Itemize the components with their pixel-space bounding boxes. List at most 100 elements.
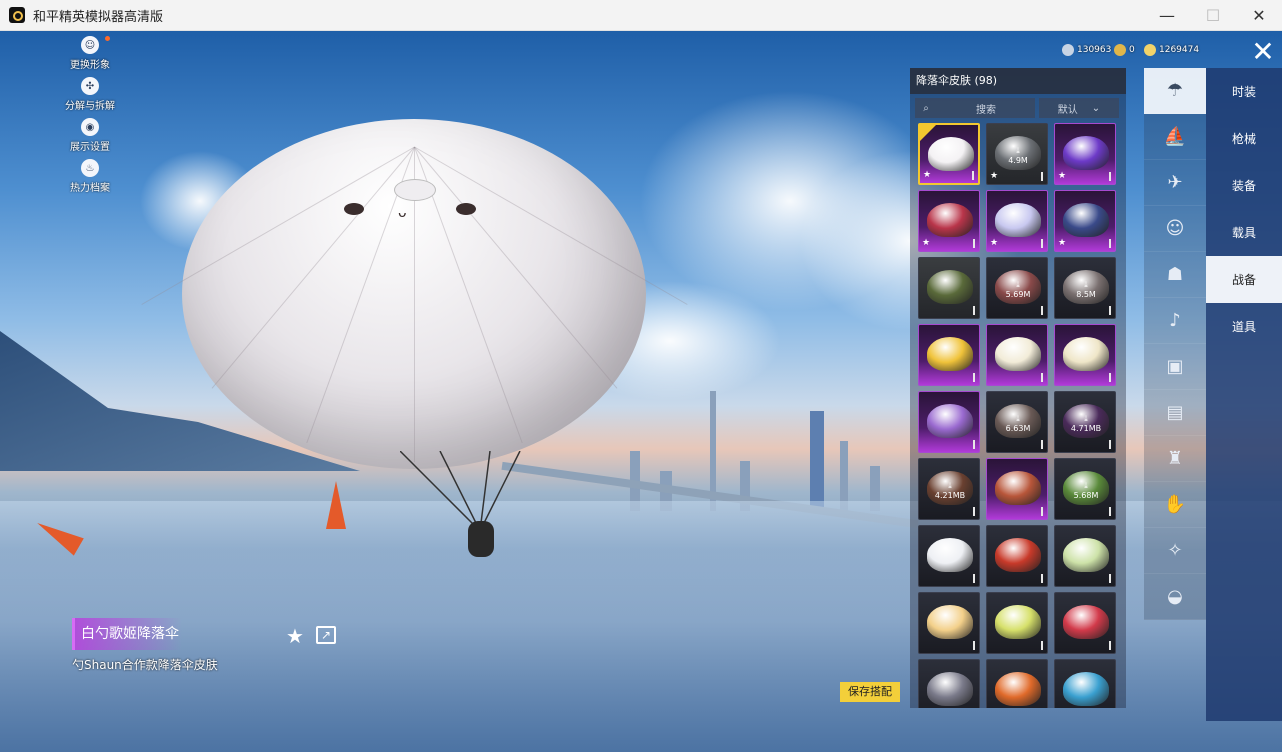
favorite-button[interactable]: ★ <box>286 624 304 648</box>
skin-tile[interactable]: ⤓ 8.5M <box>1054 257 1116 319</box>
level-bar <box>972 171 974 180</box>
extinguisher-icon: ♜ <box>1166 448 1184 469</box>
level-bar <box>1109 440 1111 449</box>
skin-tile[interactable] <box>986 458 1048 520</box>
download-size-label: 8.5M <box>1076 290 1096 299</box>
level-bar <box>1109 172 1111 181</box>
parachute-thumbnail <box>927 672 973 706</box>
category-button[interactable]: ☺ <box>1144 206 1206 252</box>
badge-icon: ▣ <box>1166 356 1184 377</box>
wand-icon: ✧ <box>1167 540 1183 561</box>
category-button[interactable]: ◒ <box>1144 574 1206 620</box>
skin-tile[interactable] <box>1054 525 1116 587</box>
category-button[interactable]: ☂ <box>1144 68 1206 114</box>
currency-item: 0 <box>1114 44 1135 56</box>
skin-tile[interactable]: ⤓ 4.71MB <box>1054 391 1116 453</box>
window-close-button[interactable]: ✕ <box>1236 0 1282 31</box>
level-bar <box>1041 440 1043 449</box>
tab-item[interactable]: 时装 <box>1206 68 1282 115</box>
skin-tile[interactable]: ★ <box>918 123 980 185</box>
skin-tile[interactable]: ★ <box>1054 123 1116 185</box>
skin-tile[interactable]: ★ <box>918 190 980 252</box>
tab-label: 枪械 <box>1231 132 1256 146</box>
skin-tile[interactable] <box>1054 592 1116 654</box>
skin-tile[interactable] <box>918 659 980 708</box>
skin-tile[interactable]: ⤓ 5.69M <box>986 257 1048 319</box>
tab-item[interactable]: 战备 <box>1206 256 1282 303</box>
parachute-thumbnail <box>928 137 974 171</box>
search-input[interactable]: ⌕ 搜索 <box>915 98 1035 118</box>
skin-tile[interactable] <box>986 659 1048 708</box>
parachute-thumbnail <box>1063 672 1109 706</box>
currency-value: 0 <box>1129 45 1135 55</box>
level-bar <box>973 574 975 583</box>
left-menu-item[interactable]: ☺ 更换形象 <box>60 36 120 71</box>
left-menu-label: 热力档案 <box>70 183 110 194</box>
category-button[interactable]: ♜ <box>1144 436 1206 482</box>
skin-tile[interactable]: ⤓ 5.68M <box>1054 458 1116 520</box>
tab-item[interactable]: 枪械 <box>1206 115 1282 162</box>
skin-tile[interactable]: ★ <box>1054 190 1116 252</box>
skin-tile[interactable] <box>918 324 980 386</box>
close-screen-button[interactable]: ✕ <box>1248 37 1278 67</box>
star-icon: ★ <box>286 624 304 648</box>
category-button[interactable]: ♪ <box>1144 298 1206 344</box>
share-button[interactable]: ↗ <box>316 626 336 644</box>
skin-tile[interactable] <box>918 592 980 654</box>
skin-tile[interactable]: ⤓ 4.21MB <box>918 458 980 520</box>
category-button[interactable]: ▤ <box>1144 390 1206 436</box>
sort-dropdown[interactable]: 默认 ⌄ <box>1039 98 1119 118</box>
level-bar <box>973 641 975 650</box>
category-button[interactable]: ✈ <box>1144 160 1206 206</box>
minimize-button[interactable]: — <box>1144 0 1190 31</box>
category-button[interactable]: ▣ <box>1144 344 1206 390</box>
skin-tile[interactable]: ⤓ 4.9M ★ <box>986 123 1048 185</box>
skin-tile[interactable] <box>1054 324 1116 386</box>
skin-tile[interactable]: ★ <box>986 190 1048 252</box>
download-size: ⤓ 4.71MB <box>1055 414 1115 434</box>
notification-dot <box>105 36 110 41</box>
tab-item[interactable]: 载具 <box>1206 209 1282 256</box>
parachute-thumbnail <box>995 337 1041 371</box>
currency-item: 1269474 <box>1144 44 1199 56</box>
close-icon: ✕ <box>1252 6 1266 25</box>
parachute-preview[interactable]: ᴗ <box>141 119 688 469</box>
skin-tile[interactable] <box>986 324 1048 386</box>
category-button[interactable]: ☗ <box>1144 252 1206 298</box>
skin-tile[interactable] <box>1054 659 1116 708</box>
left-menu-item[interactable]: ✣ 分解与拆解 <box>60 77 120 112</box>
skin-tile[interactable]: ⤓ 6.63M <box>986 391 1048 453</box>
category-button[interactable]: ✋ <box>1144 482 1206 528</box>
tab-label: 装备 <box>1231 179 1256 193</box>
level-bar <box>1041 373 1043 382</box>
level-bar <box>1109 239 1111 248</box>
skin-tile[interactable] <box>918 257 980 319</box>
skin-tile[interactable] <box>986 592 1048 654</box>
save-outfit-button[interactable]: 保存搭配 <box>840 682 900 702</box>
download-size: ⤓ 8.5M <box>1055 280 1115 300</box>
download-icon: ⤓ <box>948 481 952 490</box>
star-icon: ★ <box>990 238 999 248</box>
character-eye <box>344 203 364 215</box>
category-button[interactable]: ⛵ <box>1144 114 1206 160</box>
parachute-icon: ☂ <box>1166 80 1184 101</box>
left-menu-item[interactable]: ♨ 热力档案 <box>60 159 120 194</box>
download-size: ⤓ 5.68M <box>1055 481 1115 501</box>
star-icon: ★ <box>990 171 999 181</box>
level-bar <box>973 440 975 449</box>
character-nose <box>394 179 436 201</box>
skin-tile[interactable] <box>918 391 980 453</box>
category-button[interactable]: ✧ <box>1144 528 1206 574</box>
level-bar <box>1041 306 1043 315</box>
maximize-button[interactable]: ☐ <box>1190 0 1236 31</box>
skin-tile[interactable] <box>986 525 1048 587</box>
parachute-thumbnail <box>1063 136 1109 170</box>
tab-item[interactable]: 装备 <box>1206 162 1282 209</box>
download-size-label: 4.9M <box>1008 156 1028 165</box>
left-menu-item[interactable]: ◉ 展示设置 <box>60 118 120 153</box>
skin-tile[interactable] <box>918 525 980 587</box>
character-model <box>468 521 494 557</box>
tab-item[interactable]: 道具 <box>1206 303 1282 350</box>
coin-gold-icon <box>1114 44 1126 56</box>
level-bar <box>1109 306 1111 315</box>
